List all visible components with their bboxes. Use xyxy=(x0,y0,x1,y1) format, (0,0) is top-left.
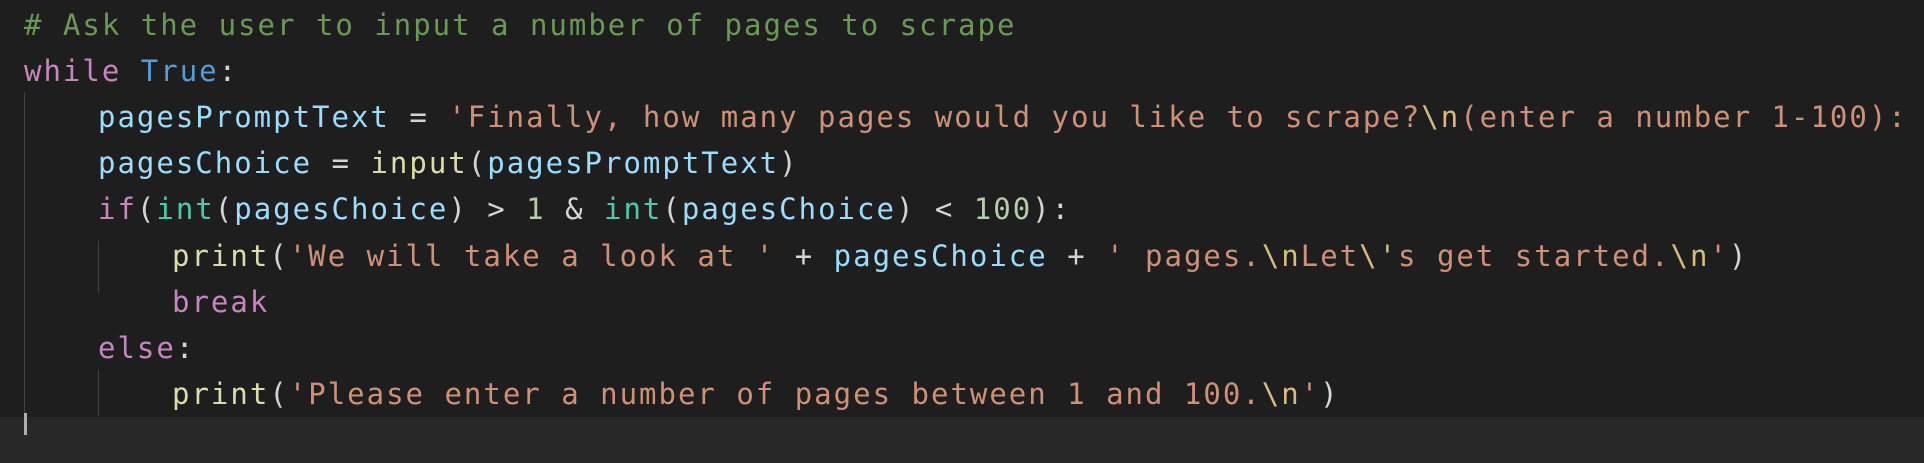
code-token: ( xyxy=(214,192,235,227)
code-line[interactable]: print('We will take a look at ' + pagesC… xyxy=(172,233,1748,279)
indent-guide-level-1 xyxy=(24,92,25,435)
code-token: ' xyxy=(1300,376,1321,411)
code-token: pagesChoice xyxy=(833,238,1048,273)
code-line[interactable]: else: xyxy=(98,325,195,371)
code-token: int xyxy=(156,192,215,227)
code-token: = xyxy=(389,100,449,135)
code-token: ): xyxy=(1032,192,1072,227)
code-token: 1 xyxy=(526,192,546,227)
indent-guide-level-2 xyxy=(98,370,99,416)
code-token: break xyxy=(172,284,270,319)
code-token: print xyxy=(172,376,270,411)
code-token: 'Finally, how many pages would you like … xyxy=(448,100,1422,135)
code-token: print xyxy=(172,238,270,273)
code-token: ) xyxy=(1728,238,1749,273)
code-token: pagesPromptText xyxy=(487,146,780,181)
code-editor[interactable]: # Ask the user to input a number of page… xyxy=(0,0,1924,463)
code-line[interactable]: break xyxy=(172,279,269,325)
code-line-current[interactable] xyxy=(0,416,1924,463)
code-token: ) xyxy=(1320,376,1340,411)
code-token: int xyxy=(604,192,663,227)
text-cursor xyxy=(24,413,27,435)
code-line[interactable]: # Ask the user to input a number of page… xyxy=(24,2,1016,48)
code-token: & xyxy=(545,192,605,227)
code-token: (enter a number 1-100): ' xyxy=(1460,100,1924,135)
code-token: while xyxy=(24,54,122,89)
code-token: ' xyxy=(1709,238,1729,273)
code-token: : xyxy=(175,330,196,365)
code-token: \n xyxy=(1421,100,1461,135)
code-token: input xyxy=(370,146,468,181)
code-line[interactable]: print('Please enter a number of pages be… xyxy=(172,371,1340,417)
code-token: ( xyxy=(136,192,157,227)
code-token: True xyxy=(140,54,219,89)
code-token: else xyxy=(98,330,176,365)
code-token: \' xyxy=(1359,238,1399,273)
code-token: pagesChoice xyxy=(681,192,896,227)
code-token: ) < xyxy=(895,192,974,227)
code-token: \n xyxy=(1261,238,1301,273)
code-token: ) xyxy=(779,146,799,181)
code-token: = xyxy=(312,146,371,181)
code-token: s get started. xyxy=(1398,238,1671,273)
indent-guide-level-2 xyxy=(98,241,99,293)
code-token: ( xyxy=(467,146,488,181)
code-token: pagesPromptText xyxy=(98,100,390,135)
code-token: ( xyxy=(662,192,682,227)
code-token: 100 xyxy=(973,192,1033,227)
code-line[interactable]: pagesChoice = input(pagesPromptText) xyxy=(98,140,799,186)
code-token: ) > xyxy=(448,192,527,227)
code-token: \n xyxy=(1261,376,1301,411)
code-token: 'Please enter a number of pages between … xyxy=(288,376,1262,411)
code-line[interactable]: while True: xyxy=(24,48,238,94)
code-token: Let xyxy=(1300,238,1360,273)
code-line[interactable]: pagesPromptText = 'Finally, how many pag… xyxy=(98,94,1924,140)
code-line[interactable]: if(int(pagesChoice) > 1 & int(pagesChoic… xyxy=(98,186,1071,232)
code-token: \n xyxy=(1670,238,1710,273)
code-token: ( xyxy=(269,376,289,411)
code-token: pagesChoice xyxy=(98,146,313,181)
code-token: ' pages. xyxy=(1106,238,1262,273)
code-token: pagesChoice xyxy=(234,192,449,227)
code-token: + xyxy=(1047,238,1107,273)
code-token: # Ask the user to input a number of page… xyxy=(24,8,1017,42)
code-token: 'We will take a look at ' xyxy=(288,238,776,273)
code-token: : xyxy=(218,54,239,89)
code-token: + xyxy=(775,238,834,273)
code-token: if xyxy=(98,192,137,227)
code-token: ( xyxy=(269,238,289,273)
